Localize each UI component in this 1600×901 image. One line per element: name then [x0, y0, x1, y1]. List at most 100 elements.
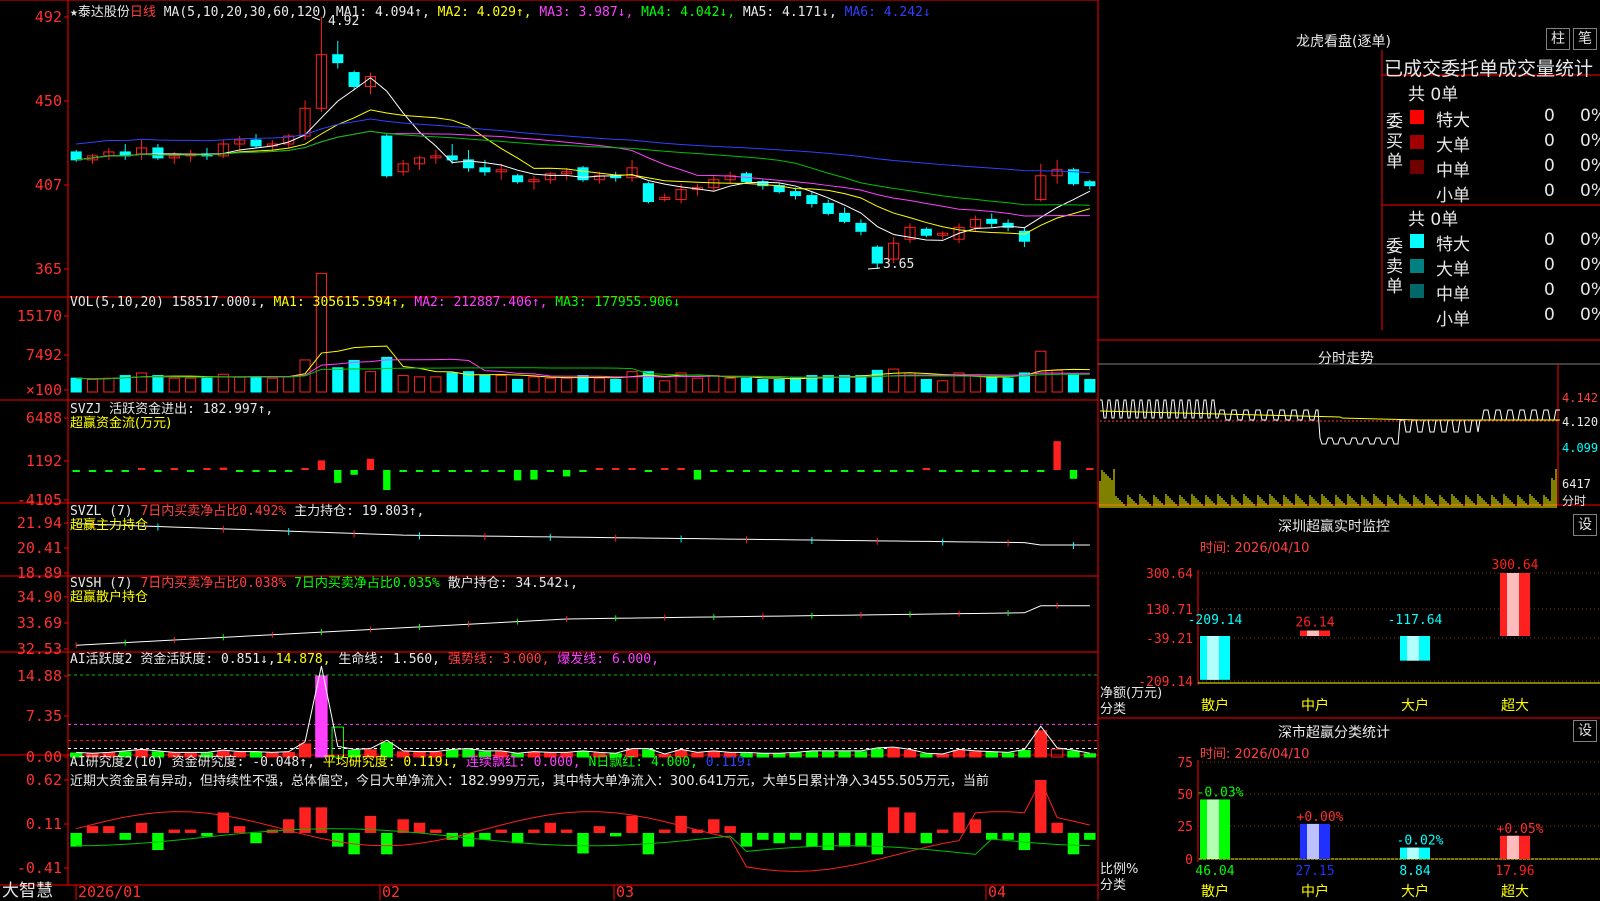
sz-monitor-bar: [1200, 636, 1230, 680]
activity-bar: [969, 751, 982, 758]
activity-bar: [1018, 749, 1031, 758]
research-bar: [528, 829, 540, 833]
ai2-research: 资金研究度: -0.048↑,: [171, 755, 315, 770]
fund-flow-bar: [612, 468, 620, 470]
volume-bar: [855, 375, 867, 393]
order-size-swatch: [1410, 185, 1424, 199]
fund-flow-bar: [1069, 470, 1078, 479]
price-tick-label: 365: [35, 260, 62, 278]
svzl-line: [76, 523, 1090, 546]
sz-class-delta-label: -0.02%: [1397, 834, 1444, 849]
fund-flow-bar: [481, 470, 489, 472]
order-size-name: 大单: [1436, 136, 1470, 156]
sz-class-delta-label: +0.00%: [1297, 810, 1344, 825]
volume-bar: [1002, 377, 1014, 393]
research-bar: [430, 829, 442, 833]
fund-flow-bar: [677, 468, 685, 470]
sz-monitor-bar: [1500, 573, 1530, 636]
research-bar: [609, 832, 622, 837]
sz-class-value-label: 17.96: [1495, 864, 1534, 879]
order-size-swatch: [1410, 309, 1424, 323]
fund-flow-bar: [415, 470, 424, 472]
vol-tick-label: ×100: [26, 381, 62, 399]
candle-body: [332, 54, 344, 64]
price-tick-label: 407: [35, 176, 62, 194]
volume-bar: [888, 368, 900, 393]
sz-monitor-bar: [1400, 636, 1430, 661]
fund-flow-bar: [432, 470, 440, 472]
volume-bar: [103, 377, 115, 393]
volume-bar: [430, 376, 442, 393]
svsh-tick-label: 33.69: [17, 614, 62, 632]
sz-monitor-xlabel: 分类: [1100, 702, 1127, 717]
fund-flow-bar: [726, 470, 734, 472]
fund-flow-bar: [530, 470, 538, 480]
research-bar: [381, 832, 393, 855]
order-stats-header: 已成交委托单成交量统计: [1384, 58, 1594, 80]
sz-monitor-settings-button[interactable]: 设: [1573, 514, 1597, 536]
favorite-star-icon[interactable]: ★: [70, 5, 78, 20]
ai2-tick-label: 0.11: [26, 815, 62, 833]
x-axis-date-label: 2026/01: [78, 883, 141, 900]
order-size-swatch: [1410, 259, 1424, 273]
volume-bar: [495, 375, 507, 393]
volume-bar: [544, 377, 556, 393]
ai1-activity: 资金活跃度: 0.851↓,: [140, 652, 276, 667]
order-size-percent: 0%: [1580, 106, 1600, 126]
svsh-ratio-b: 7日内买卖净占比0.035%: [294, 576, 440, 591]
fund-flow-bar: [72, 470, 80, 472]
svsh-tick-label: 34.90: [17, 588, 62, 606]
fund-flow-bar: [285, 470, 293, 472]
candle-body: [806, 195, 818, 205]
period-label[interactable]: 日线: [130, 5, 156, 20]
fund-flow-bar: [1086, 468, 1094, 470]
fund-flow-bar: [1004, 470, 1012, 472]
fund-flow-bar: [464, 470, 473, 472]
research-bar: [740, 832, 753, 847]
research-bar: [593, 826, 606, 833]
fund-flow-bar: [710, 470, 718, 472]
bar-view-button[interactable]: 柱: [1546, 28, 1570, 50]
fund-flow-bar: [857, 470, 865, 472]
activity-bar: [1083, 753, 1097, 758]
order-size-count: 0: [1544, 280, 1555, 300]
sz-class-settings-button[interactable]: 设: [1573, 720, 1597, 742]
research-bar: [70, 832, 82, 847]
vol-tick-label: 15170: [17, 307, 62, 325]
longhu-title: 龙虎看盘(逐单): [1296, 34, 1391, 50]
svzl-holding: 主力持仓: 19.803↑,: [294, 504, 425, 519]
sz-class-value-label: 27.15: [1295, 864, 1334, 879]
brand-logo: 大智慧: [2, 881, 53, 901]
ma4-value: MA4: 4.042↓,: [641, 5, 736, 20]
activity-bar: [756, 753, 770, 758]
sz-class-bar: [1200, 799, 1230, 859]
volume-bar: [168, 377, 180, 393]
volume-bar: [610, 378, 622, 393]
order-size-percent: 0%: [1580, 156, 1600, 176]
ai2-avg: 平均研究度: 0.119↓,: [322, 755, 459, 770]
order-size-count: 0: [1544, 106, 1555, 126]
candle-body: [348, 72, 360, 87]
ai1-activity-line: [76, 665, 1090, 755]
volume-bar: [86, 378, 99, 393]
x-axis-date-label: 03: [616, 883, 634, 900]
svsh-ratio-a: 7日内买卖净占比0.038%: [140, 576, 287, 591]
activity-bar: [838, 751, 851, 758]
order-size-name: 小单: [1436, 186, 1470, 206]
candle-body: [986, 218, 998, 224]
tick-view-button[interactable]: 笔: [1573, 28, 1597, 50]
ma2-value: MA2: 4.029↑,: [437, 5, 532, 20]
volume-bar: [381, 356, 393, 393]
research-bar: [201, 832, 213, 837]
vol-ma1: MA1: 305615.594↑,: [273, 295, 407, 310]
candle-body: [152, 147, 164, 159]
order-size-count: 0: [1544, 255, 1555, 275]
order-size-percent: 0%: [1580, 280, 1600, 300]
activity-bar: [871, 748, 884, 758]
activity-bar: [805, 751, 819, 758]
volume-bar: [593, 377, 605, 393]
research-bar: [708, 819, 720, 833]
research-bar: [577, 832, 589, 854]
x-axis-date-label: 02: [382, 883, 400, 900]
fenshi-price-mid: 4.120: [1562, 415, 1599, 429]
